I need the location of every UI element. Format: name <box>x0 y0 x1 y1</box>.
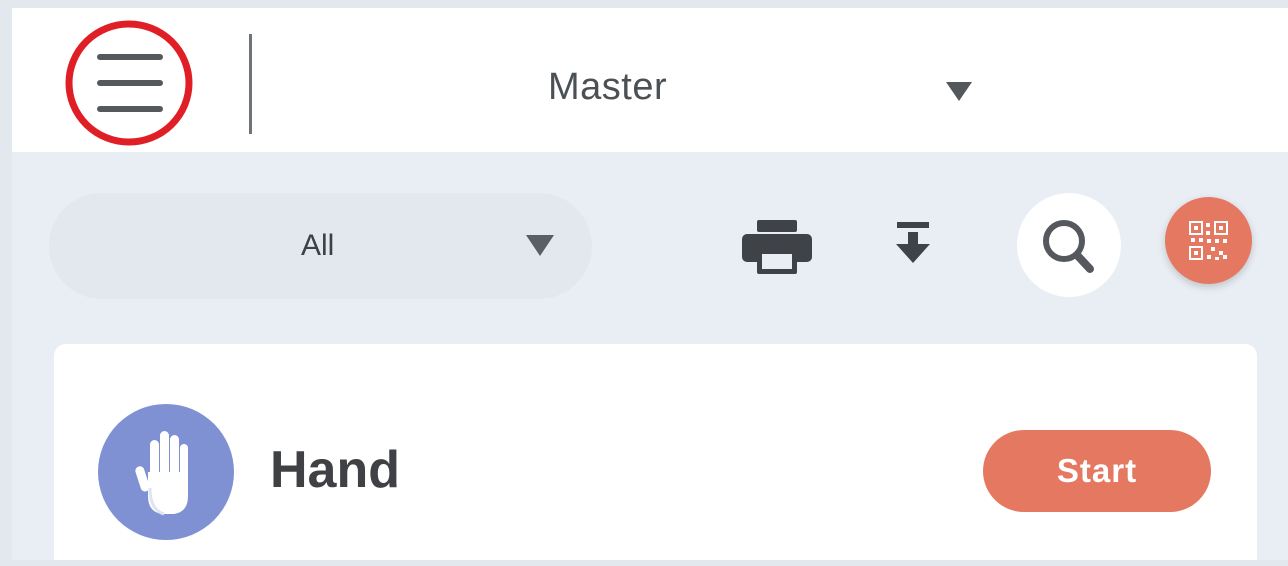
download-icon <box>896 222 930 263</box>
header-divider <box>249 34 252 134</box>
filter-select[interactable]: All <box>49 193 592 299</box>
branch-select[interactable]: Master <box>312 28 1012 138</box>
activity-card: Hand Start <box>54 344 1257 560</box>
print-icon <box>742 220 812 274</box>
caret-down-icon <box>946 82 972 101</box>
top-bar: Master <box>12 8 1288 152</box>
caret-down-icon <box>526 235 554 256</box>
menu-button[interactable] <box>64 20 194 146</box>
activity-title: Hand <box>270 441 400 499</box>
app-frame: Master All Hand Start <box>12 8 1288 560</box>
qr-scan-button[interactable] <box>1165 197 1252 284</box>
search-icon <box>1043 220 1094 273</box>
start-button[interactable]: Start <box>983 430 1211 512</box>
print-button[interactable] <box>742 220 812 274</box>
activity-avatar <box>98 404 234 540</box>
hand-icon <box>135 431 188 516</box>
branch-select-value: Master <box>548 66 668 108</box>
search-button[interactable] <box>1017 193 1121 297</box>
qr-code-icon <box>1189 221 1228 260</box>
download-button[interactable] <box>888 220 938 270</box>
filter-select-value: All <box>301 229 335 262</box>
hamburger-menu-icon <box>65 20 193 146</box>
